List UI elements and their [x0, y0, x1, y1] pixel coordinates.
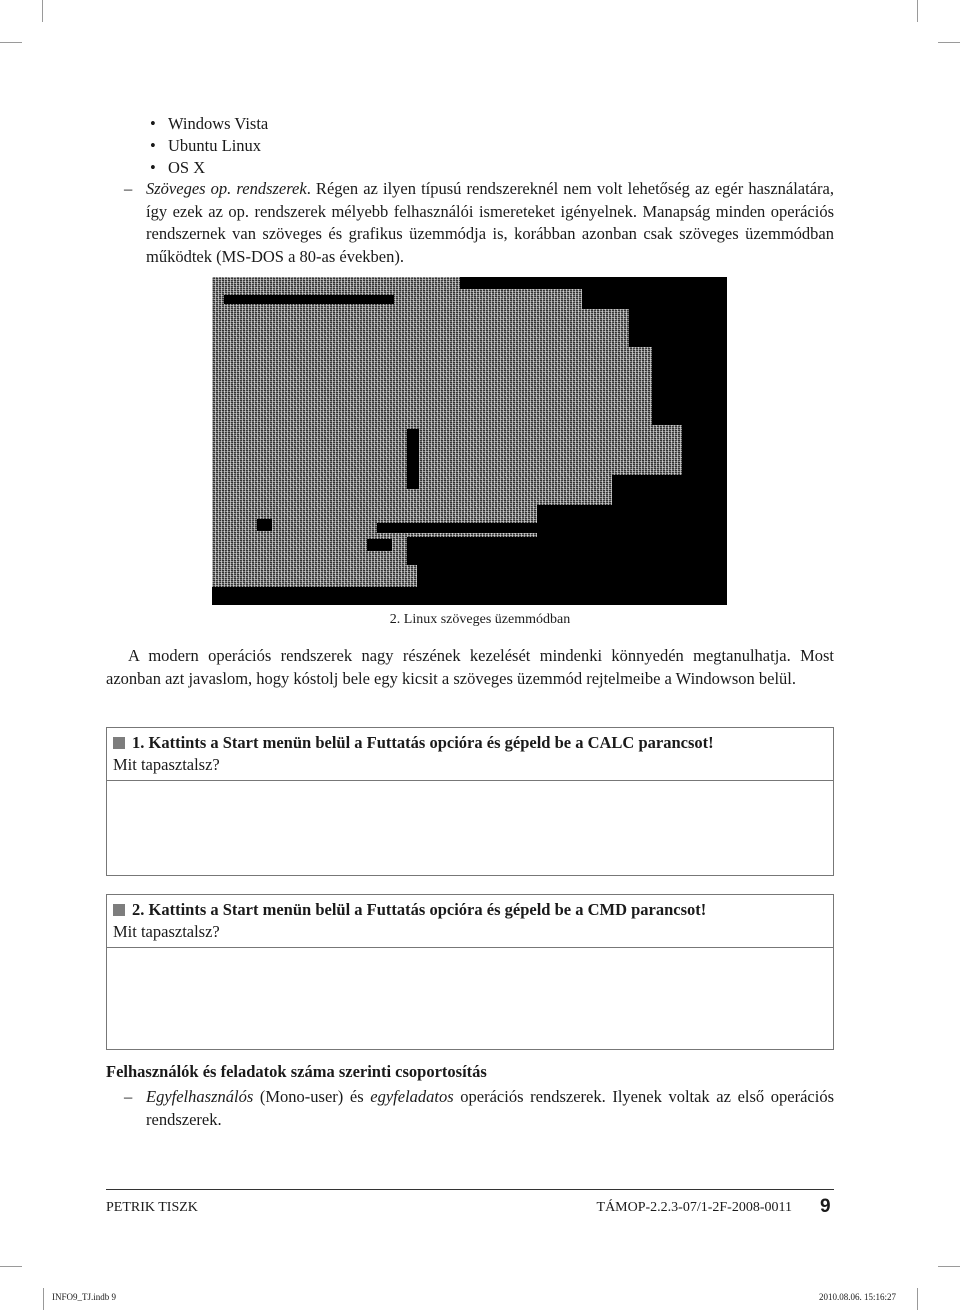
text-mode-os-item: – Szöveges op. rendszerek. Régen az ilye… — [106, 178, 834, 268]
footer-rule — [106, 1189, 834, 1190]
answer-field[interactable] — [107, 781, 833, 877]
dash-icon: – — [124, 179, 133, 198]
crop-mark — [0, 42, 22, 43]
task-question: Mit tapasztalsz? — [113, 755, 220, 774]
task-header: 2. Kattints a Start menün belül a Futtat… — [107, 895, 833, 948]
section-heading: Felhasználók és feladatok száma szerinti… — [106, 1062, 487, 1081]
task-title: 1. Kattints a Start menün belül a Futtat… — [113, 732, 827, 754]
slug-divider — [43, 1288, 44, 1310]
intro-paragraph: A modern operációs rendszerek nagy részé… — [106, 646, 834, 688]
crop-mark — [938, 42, 960, 43]
list-item-label: Windows Vista — [168, 114, 269, 133]
square-marker-icon — [113, 904, 125, 916]
text: (Mono-user) és — [253, 1087, 371, 1106]
footer-project-code: TÁMOP-2.2.3-07/1-2F-2008-0011 — [596, 1200, 792, 1215]
figure-caption: 2. Linux szöveges üzemmódban — [389, 612, 571, 627]
page-number: 9 — [820, 1196, 831, 1217]
dash-icon: – — [124, 1087, 133, 1106]
task-title-text: 2. Kattints a Start menün belül a Futtat… — [132, 900, 707, 919]
square-marker-icon — [113, 737, 125, 749]
slug-filename: INFO9_TJ.indb 9 — [52, 1292, 117, 1302]
slug-divider — [917, 1288, 918, 1310]
bullet-icon: • — [150, 158, 156, 177]
task-box-2: 2. Kattints a Start menün belül a Futtat… — [106, 894, 834, 1050]
list-item: • OS X — [150, 157, 268, 179]
list-item-label: OS X — [168, 158, 206, 177]
slug-timestamp: 2010.08.06. 15:16:27 — [819, 1292, 897, 1302]
bullet-icon: • — [150, 136, 156, 155]
list-item: • Ubuntu Linux — [150, 135, 268, 157]
crop-mark — [938, 1266, 960, 1267]
task-title: 2. Kattints a Start menün belül a Futtat… — [113, 899, 827, 921]
list-item-label: Ubuntu Linux — [168, 136, 262, 155]
task-title-text: 1. Kattints a Start menün belül a Futtat… — [132, 733, 714, 752]
bullet-icon: • — [150, 114, 156, 133]
term: egyfeladatos — [370, 1087, 454, 1106]
os-list: • Windows Vista • Ubuntu Linux • OS X — [150, 113, 268, 179]
footer-publisher: PETRIK TISZK — [106, 1200, 198, 1215]
task-header: 1. Kattints a Start menün belül a Futtat… — [107, 728, 833, 781]
task-box-1: 1. Kattints a Start menün belül a Futtat… — [106, 727, 834, 877]
crop-mark — [0, 1266, 22, 1267]
crop-mark — [917, 0, 918, 22]
crop-mark — [42, 0, 43, 22]
term: Egyfelhasználós — [146, 1087, 254, 1106]
answer-field[interactable] — [107, 948, 833, 1048]
mono-user-item: – Egyfelhasználós (Mono-user) és egyfela… — [106, 1086, 834, 1131]
term: Szöveges op. rendszerek — [146, 179, 307, 198]
task-question: Mit tapasztalsz? — [113, 922, 220, 941]
linux-text-mode-screenshot — [212, 277, 727, 605]
list-item: • Windows Vista — [150, 113, 268, 135]
